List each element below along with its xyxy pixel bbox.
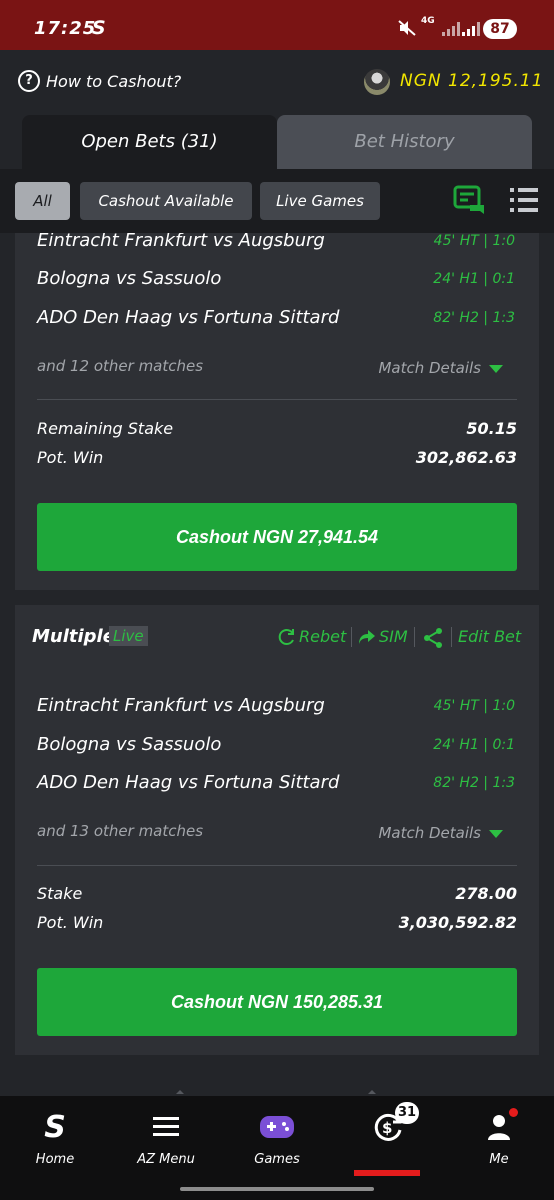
match-details-toggle[interactable]: Match Details <box>378 824 481 842</box>
tab-bet-history[interactable]: Bet History <box>277 115 532 169</box>
match-name: Bologna vs Sassuolo <box>37 268 222 289</box>
edit-bet-button[interactable]: Edit Bet <box>458 627 521 646</box>
nav-az-menu[interactable]: AZ Menu <box>121 1112 211 1167</box>
avatar[interactable] <box>364 69 390 95</box>
divider <box>414 627 415 647</box>
rebet-label: Rebet <box>299 627 347 646</box>
pot-win-label: Pot. Win <box>37 913 104 932</box>
chevron-down-icon[interactable] <box>489 365 503 373</box>
nav-home[interactable]: S Home <box>10 1109 100 1168</box>
bet-card: Multiple Live Rebet SIM Edit Bet Eintrac… <box>15 605 539 1055</box>
rebet-button[interactable]: Rebet <box>278 627 346 646</box>
other-matches-count: and 13 other matches <box>37 822 204 840</box>
stake-value: 50.15 <box>466 419 517 438</box>
scroll-hint <box>176 1090 376 1094</box>
stake-value: 278.00 <box>455 884 517 903</box>
bet-card-header: Multiple Live Rebet SIM Edit Bet <box>15 605 539 669</box>
match-status: 82' H2 | 1:3 <box>433 775 515 791</box>
sim-label: SIM <box>379 627 408 646</box>
match-name: ADO Den Haag vs Fortuna Sittard <box>37 772 340 793</box>
list-view-icon[interactable] <box>510 187 538 213</box>
refresh-icon <box>278 628 294 645</box>
match-name: Bologna vs Sassuolo <box>37 734 222 755</box>
bet-card: Eintracht Frankfurt vs Augsburg 45' HT |… <box>15 233 539 590</box>
bet-type: Multiple <box>32 626 115 647</box>
status-bar: 17:25 S 4G 87 <box>0 0 554 50</box>
filter-live-games[interactable]: Live Games <box>260 182 380 220</box>
pot-win-value: 302,862.63 <box>415 448 517 467</box>
pot-win-label: Pot. Win <box>37 448 104 467</box>
match-status: 82' H2 | 1:3 <box>433 310 515 326</box>
match-name: ADO Den Haag vs Fortuna Sittard <box>37 307 340 328</box>
question-icon: ? <box>18 70 40 92</box>
match-status: 24' H1 | 0:1 <box>433 737 515 753</box>
gamepad-icon <box>232 1112 322 1142</box>
divider <box>351 627 352 647</box>
tab-open-bets[interactable]: Open Bets (31) <box>22 115 277 169</box>
nav-cashout[interactable]: $ <box>343 1112 433 1152</box>
clock: 17:25 <box>34 18 97 39</box>
divider <box>451 627 452 647</box>
share-icon <box>424 628 442 648</box>
network-type: 4G <box>421 16 435 26</box>
bet-tabs: Open Bets (31) Bet History <box>22 115 532 169</box>
share-button[interactable] <box>422 627 444 649</box>
how-to-cashout-link[interactable]: ? How to Cashout? <box>18 70 181 92</box>
match-details-toggle[interactable]: Match Details <box>378 359 481 377</box>
nav-games[interactable]: Games <box>232 1112 322 1167</box>
app-notification-icon: S <box>92 17 106 39</box>
divider <box>37 399 517 400</box>
other-matches-count: and 12 other matches <box>37 357 204 375</box>
battery-indicator: 87 <box>483 19 517 39</box>
cashout-button[interactable]: Cashout NGN 150,285.31 <box>37 968 517 1036</box>
chevron-down-icon[interactable] <box>489 830 503 838</box>
live-badge: Live <box>109 626 148 646</box>
chat-icon[interactable] <box>452 184 486 216</box>
sim-button[interactable]: SIM <box>358 627 408 646</box>
match-name: Eintracht Frankfurt vs Augsburg <box>37 695 325 716</box>
account-balance: NGN 12,195.11 <box>400 71 544 91</box>
user-icon <box>454 1112 544 1142</box>
nav-games-label: Games <box>254 1152 300 1167</box>
cashout-button[interactable]: Cashout NGN 27,941.54 <box>37 503 517 571</box>
bottom-nav: S Home AZ Menu Games $ Me <box>0 1096 554 1200</box>
signal-icon <box>462 20 480 36</box>
signal-icon <box>442 20 460 36</box>
mute-icon <box>398 20 416 36</box>
sportybet-logo-icon: S <box>44 1109 66 1145</box>
cashout-icon: $ <box>343 1112 433 1142</box>
stake-label: Stake <box>37 884 83 903</box>
match-name: Eintracht Frankfurt vs Augsburg <box>37 233 325 251</box>
system-home-bar[interactable] <box>180 1187 374 1191</box>
pot-win-value: 3,030,592.82 <box>398 913 517 932</box>
divider <box>37 865 517 866</box>
svg-text:$: $ <box>382 1119 392 1137</box>
share-arrow-icon <box>359 629 375 644</box>
match-status: 45' HT | 1:0 <box>433 233 515 249</box>
edit-bet-label: Edit Bet <box>458 627 522 646</box>
filter-cashout-available[interactable]: Cashout Available <box>80 182 252 220</box>
active-tab-indicator <box>354 1170 420 1176</box>
menu-icon <box>121 1112 211 1142</box>
nav-me[interactable]: Me <box>454 1112 544 1167</box>
nav-az-menu-label: AZ Menu <box>137 1152 195 1167</box>
stake-label: Remaining Stake <box>37 419 174 438</box>
match-status: 24' H1 | 0:1 <box>433 271 515 287</box>
match-status: 45' HT | 1:0 <box>433 698 515 714</box>
how-to-cashout-label: How to Cashout? <box>46 71 182 91</box>
open-bets-count-badge: 31 <box>395 1102 419 1124</box>
notification-dot <box>509 1108 518 1117</box>
filter-all[interactable]: All <box>15 182 70 220</box>
nav-me-label: Me <box>489 1152 509 1167</box>
header-row: ? How to Cashout? NGN 12,195.11 <box>0 60 554 104</box>
nav-home-label: Home <box>35 1152 75 1167</box>
